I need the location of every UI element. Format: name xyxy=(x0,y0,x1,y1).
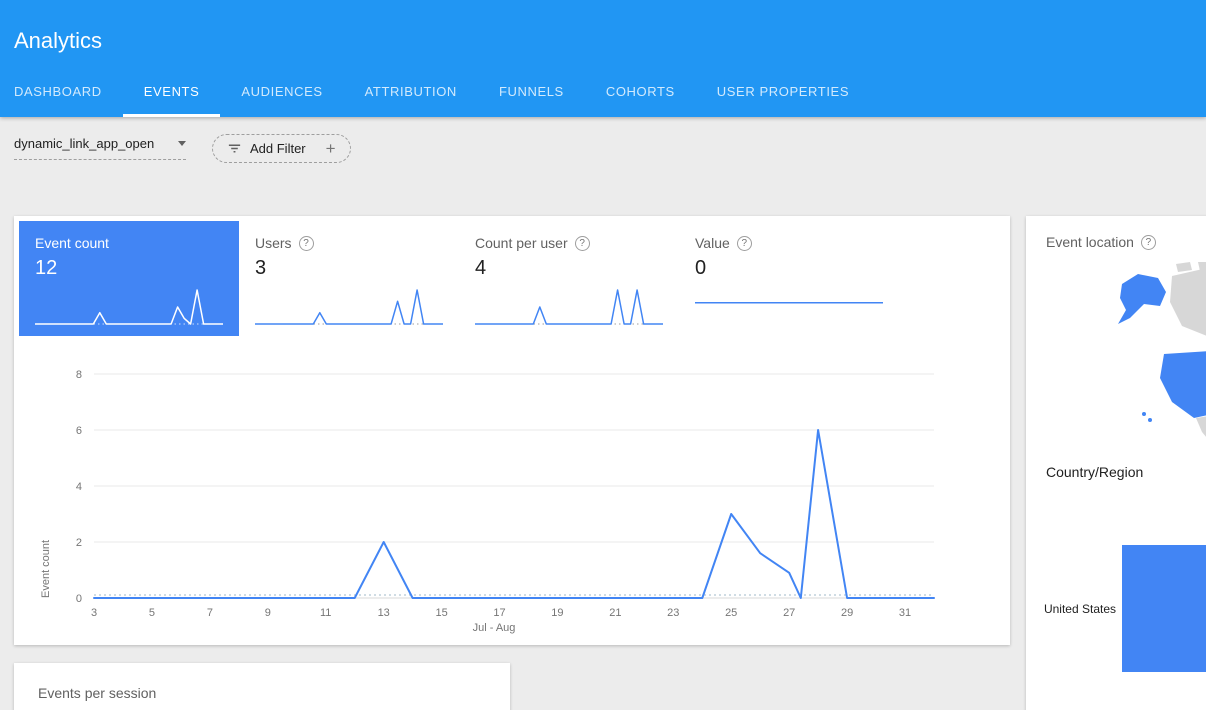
svg-text:31: 31 xyxy=(899,607,911,619)
sparkline xyxy=(255,282,443,328)
svg-text:5: 5 xyxy=(149,607,155,619)
metric-card-count-per-user[interactable]: Count per user ? 4 xyxy=(459,221,679,336)
svg-text:15: 15 xyxy=(435,607,447,619)
svg-text:23: 23 xyxy=(667,607,679,619)
metric-value: 12 xyxy=(35,257,223,280)
event-selector-dropdown[interactable]: dynamic_link_app_open xyxy=(14,136,186,160)
tab-dashboard[interactable]: DASHBOARD xyxy=(0,69,123,117)
metric-card-event-count[interactable]: Event count 12 xyxy=(19,221,239,336)
tab-audiences[interactable]: AUDIENCES xyxy=(220,69,343,117)
event-count-line-chart: 0 2 4 6 8 3 5 7 9 11 13 15 17 19 21 23 25 27 29 31 xyxy=(54,368,974,624)
svg-text:25: 25 xyxy=(725,607,737,619)
metric-label: Count per user xyxy=(475,235,568,251)
help-icon[interactable]: ? xyxy=(575,236,590,251)
tab-cohorts[interactable]: COHORTS xyxy=(585,69,696,117)
arctic-island xyxy=(1176,262,1192,272)
event-selector-value: dynamic_link_app_open xyxy=(14,136,154,151)
tab-funnels[interactable]: FUNNELS xyxy=(478,69,585,117)
metric-card-users[interactable]: Users ? 3 xyxy=(239,221,459,336)
mexico-shape xyxy=(1196,414,1206,448)
events-overview-card: Event count 12 Users ? 3 Count per user … xyxy=(14,216,1010,645)
svg-text:2: 2 xyxy=(76,537,82,549)
arctic-island xyxy=(1198,262,1206,271)
svg-text:13: 13 xyxy=(378,607,390,619)
country-bar xyxy=(1122,545,1206,672)
alaska-shape xyxy=(1118,274,1166,324)
svg-text:21: 21 xyxy=(609,607,621,619)
metric-value: 3 xyxy=(255,257,443,280)
metric-card-value[interactable]: Value ? 0 xyxy=(679,221,899,336)
tab-attribution[interactable]: ATTRIBUTION xyxy=(344,69,478,117)
add-filter-label: Add Filter xyxy=(250,141,306,156)
page-title: Analytics xyxy=(14,28,102,54)
metric-label: Value xyxy=(695,235,730,251)
help-icon[interactable]: ? xyxy=(1141,235,1156,250)
sparkline xyxy=(35,282,223,328)
united-states-shape xyxy=(1160,350,1206,418)
metric-label: Users xyxy=(255,235,292,251)
country-bar-row: United States xyxy=(1026,545,1206,672)
svg-text:17: 17 xyxy=(493,607,505,619)
event-location-card: Event location ? Country/Region United S… xyxy=(1026,216,1206,710)
canada-shape xyxy=(1170,266,1206,338)
caret-down-icon xyxy=(178,141,186,146)
event-location-title: Event location xyxy=(1046,234,1134,250)
svg-text:11: 11 xyxy=(320,607,331,619)
plus-icon: + xyxy=(326,140,336,157)
country-region-label: Country/Region xyxy=(1046,464,1143,480)
svg-text:3: 3 xyxy=(91,607,97,619)
svg-text:9: 9 xyxy=(265,607,271,619)
tab-user-properties[interactable]: USER PROPERTIES xyxy=(696,69,870,117)
sparkline xyxy=(695,282,883,328)
svg-text:7: 7 xyxy=(207,607,213,619)
svg-text:29: 29 xyxy=(841,607,853,619)
tab-bar: DASHBOARD EVENTS AUDIENCES ATTRIBUTION F… xyxy=(0,69,870,117)
metric-label: Event count xyxy=(35,235,109,251)
hawaii-dot xyxy=(1148,418,1152,422)
metric-cards-row: Event count 12 Users ? 3 Count per user … xyxy=(14,216,1010,336)
svg-text:8: 8 xyxy=(76,369,82,381)
add-filter-button[interactable]: Add Filter + xyxy=(212,134,351,163)
events-per-session-card: Events per session xyxy=(14,663,510,710)
events-per-session-title: Events per session xyxy=(14,663,510,701)
tab-events[interactable]: EVENTS xyxy=(123,69,221,117)
metric-value: 4 xyxy=(475,257,663,280)
svg-text:0: 0 xyxy=(76,593,82,605)
x-axis-label: Jul - Aug xyxy=(54,622,934,634)
sparkline xyxy=(475,282,663,328)
hawaii-dot xyxy=(1142,412,1146,416)
svg-text:19: 19 xyxy=(551,607,563,619)
help-icon[interactable]: ? xyxy=(737,236,752,251)
metric-value: 0 xyxy=(695,257,883,280)
y-axis-label: Event count xyxy=(40,368,52,598)
filter-bar: dynamic_link_app_open Add Filter + xyxy=(0,117,1206,199)
svg-text:27: 27 xyxy=(783,607,795,619)
svg-text:4: 4 xyxy=(76,481,82,493)
north-america-map xyxy=(1026,262,1206,462)
country-label: United States xyxy=(1026,602,1122,616)
filter-icon xyxy=(227,141,242,156)
svg-text:6: 6 xyxy=(76,425,82,437)
help-icon[interactable]: ? xyxy=(299,236,314,251)
app-header: Analytics DASHBOARD EVENTS AUDIENCES ATT… xyxy=(0,0,1206,117)
